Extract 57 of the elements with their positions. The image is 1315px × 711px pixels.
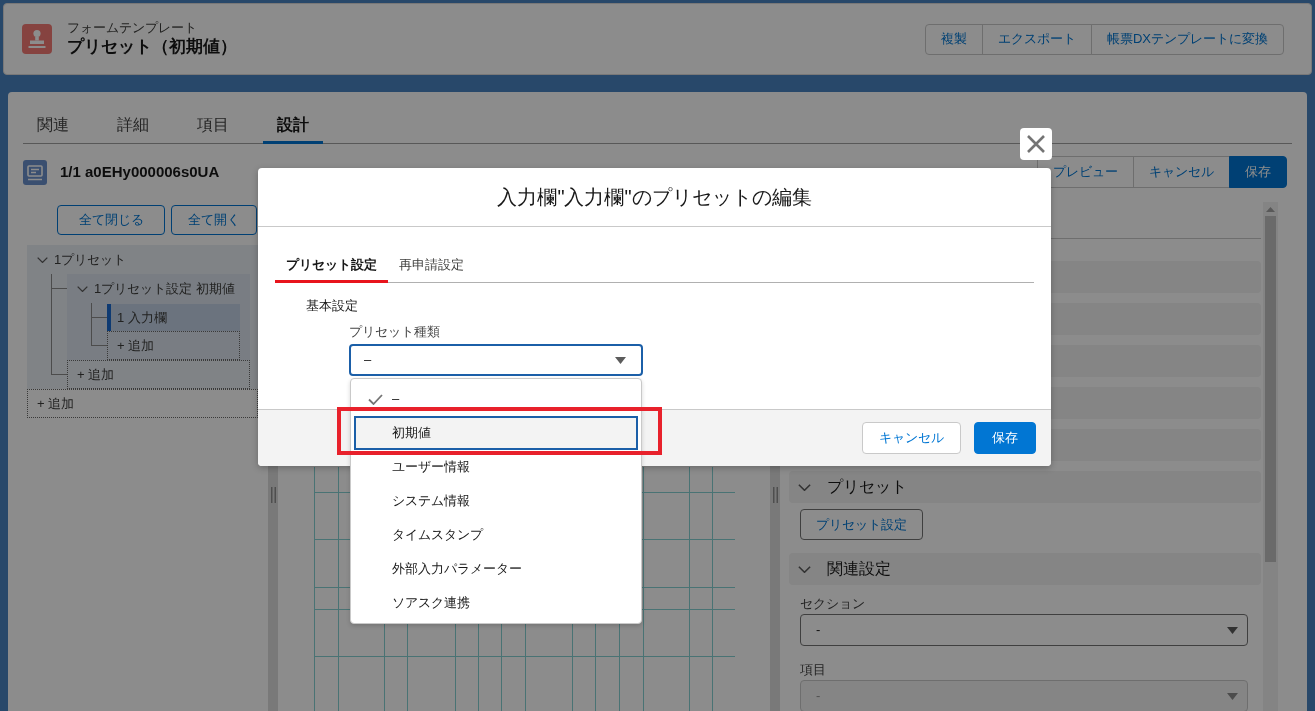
caret-down-icon [1227,692,1238,700]
field-label: 項目 [800,662,827,678]
section-action-button[interactable]: プリセット設定 [800,509,923,540]
scrollbar-thumb[interactable] [1265,216,1276,562]
caret-down-icon [615,356,626,364]
dropdown-option[interactable]: システム情報 [354,484,638,518]
dialog-tab[interactable]: プリセット設定 [275,246,388,283]
header-action-button[interactable]: 複製 [924,23,983,55]
caret-down-icon [1227,626,1238,634]
dropdown-option[interactable]: ソアスク連携 [354,586,638,620]
select-value: - [816,621,821,640]
dialog-title: 入力欄"入力欄"のプリセットの編集 [497,185,812,210]
drag-handle-icon [772,487,778,503]
object-type-label: フォームテンプレート [67,20,198,36]
section-header[interactable]: 関連設定 [789,553,1261,585]
scroll-up-icon[interactable] [1266,207,1275,212]
dropdown-option[interactable]: タイムスタンプ [354,518,638,552]
dialog-button[interactable]: 保存 [974,422,1036,454]
chevron-down-icon[interactable] [77,285,88,292]
record-title: 1/1 a0EHy000006s0UA [60,162,220,183]
dialog-button[interactable]: キャンセル [862,422,961,454]
tab[interactable]: 詳細 [103,105,163,144]
dropdown-option[interactable]: 初期値 [354,416,638,450]
field-label: セクション [800,596,866,612]
field-label: プリセット種類 [349,324,441,340]
section-header[interactable]: プリセット [789,471,1261,503]
drag-handle-icon [270,487,276,503]
select-field[interactable]: – [349,344,643,376]
tree-action-button[interactable]: 全て開く [171,205,257,235]
tree-node[interactable]: 1プリセット [27,245,258,274]
toolbar-button[interactable]: キャンセル [1133,156,1230,188]
record-icon [23,160,47,185]
tree-node[interactable]: 1 入力欄 [107,304,240,331]
chevron-down-icon[interactable] [798,565,811,573]
tree-action-button[interactable]: 全て閉じる [57,205,165,235]
header-action-button[interactable]: エクスポート [981,23,1092,55]
add-item-slot[interactable]: + 追加 [107,331,240,360]
header-action-button[interactable]: 帳票DXテンプレートに変換 [1090,23,1284,55]
dialog-tab[interactable]: 再申請設定 [388,246,475,283]
close-icon [1027,135,1045,153]
tree-node[interactable]: 1プリセット設定 初期値 [67,274,250,303]
section-title: 基本設定 [306,298,359,314]
chevron-down-icon[interactable] [798,483,811,491]
stamp-icon [22,24,52,54]
close-button[interactable] [1020,128,1052,160]
add-item-slot[interactable]: + 追加 [67,360,250,389]
scrollbar-track[interactable] [1263,202,1278,711]
select-value: - [816,687,821,706]
chevron-down-icon[interactable] [37,256,48,263]
dropdown-option[interactable]: 外部入力パラメーター [354,552,638,586]
tab[interactable]: 設計 [263,105,323,144]
toolbar-button[interactable]: 保存 [1229,156,1287,188]
tab[interactable]: 関連 [23,105,83,144]
select-field[interactable]: - [800,614,1248,646]
select-value: – [364,351,372,370]
page-title: プリセット（初期値） [67,36,237,58]
tab[interactable]: 項目 [183,105,243,144]
